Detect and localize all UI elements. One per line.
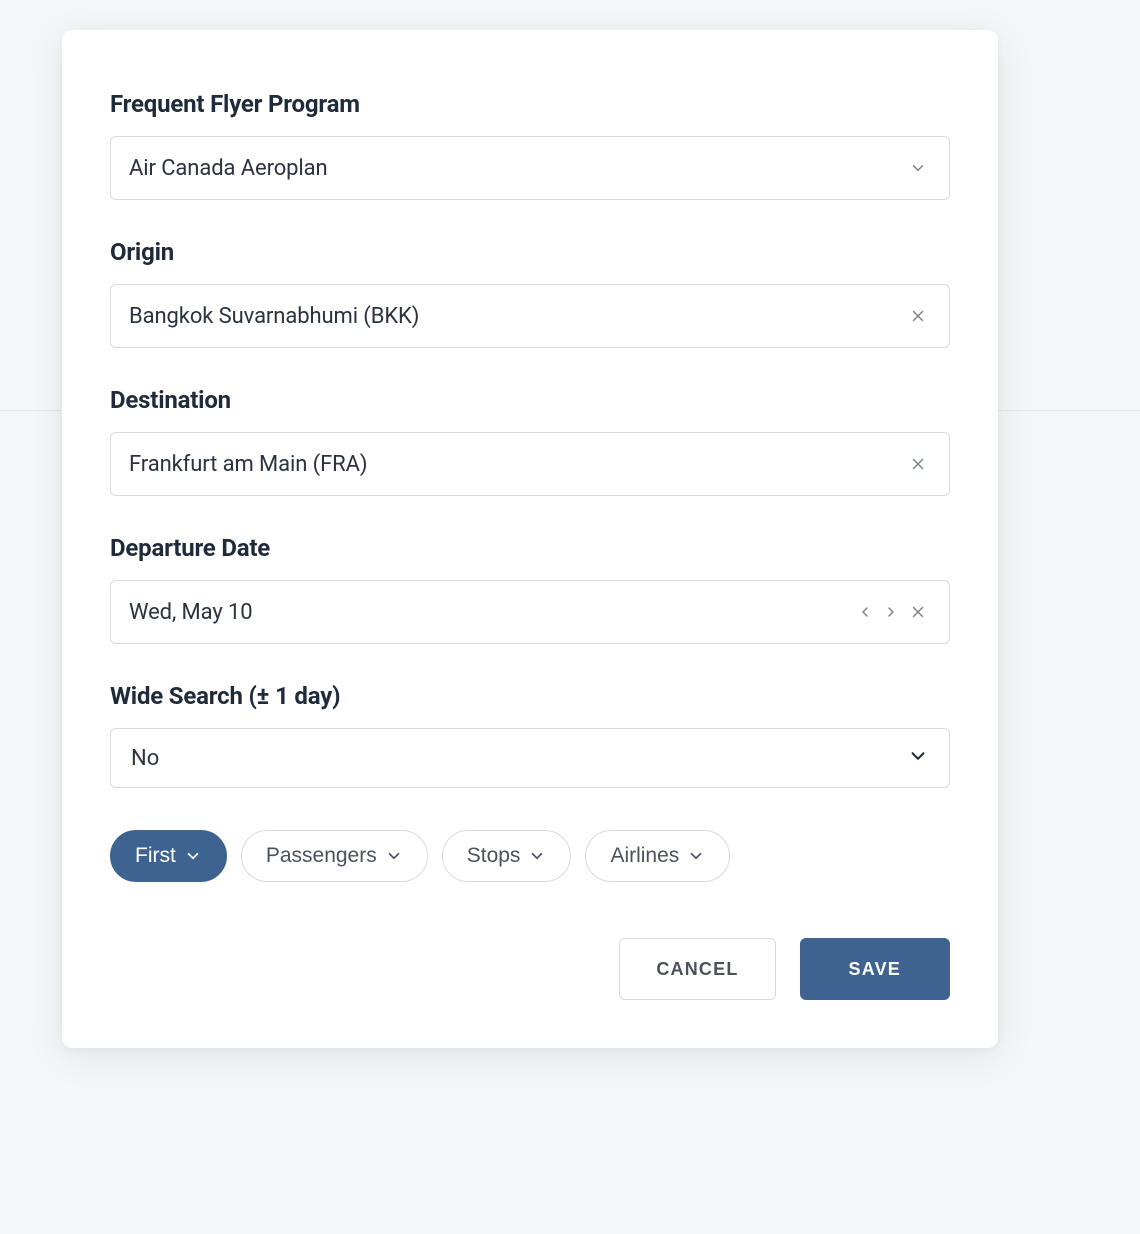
program-field: Frequent Flyer Program Air Canada Aeropl… bbox=[110, 90, 950, 200]
destination-value: Frankfurt am Main (FRA) bbox=[129, 452, 905, 477]
origin-clear-button[interactable] bbox=[905, 303, 931, 329]
cabin-chip[interactable]: First bbox=[110, 830, 227, 882]
cabin-chip-label: First bbox=[135, 844, 176, 868]
wide-search-field: Wide Search (± 1 day) No bbox=[110, 682, 950, 788]
chevron-right-icon bbox=[883, 604, 899, 620]
cancel-button[interactable]: CANCEL bbox=[619, 938, 775, 1000]
save-button[interactable]: SAVE bbox=[800, 938, 950, 1000]
close-icon bbox=[909, 455, 927, 473]
departure-value: Wed, May 10 bbox=[129, 600, 853, 625]
close-icon bbox=[909, 307, 927, 325]
next-date-button[interactable] bbox=[879, 600, 903, 624]
destination-field: Destination Frankfurt am Main (FRA) bbox=[110, 386, 950, 496]
origin-input[interactable]: Bangkok Suvarnabhumi (BKK) bbox=[110, 284, 950, 348]
departure-clear-button[interactable] bbox=[905, 599, 931, 625]
filter-chip-row: First Passengers Stops Airlines bbox=[110, 830, 950, 882]
departure-field: Departure Date Wed, May 10 bbox=[110, 534, 950, 644]
chevron-down-icon bbox=[184, 847, 202, 865]
departure-controls bbox=[853, 599, 931, 625]
chevron-down-icon bbox=[905, 155, 931, 181]
airlines-chip-label: Airlines bbox=[610, 844, 679, 868]
origin-value: Bangkok Suvarnabhumi (BKK) bbox=[129, 304, 905, 329]
stops-chip-label: Stops bbox=[467, 844, 521, 868]
prev-date-button[interactable] bbox=[853, 600, 877, 624]
origin-label: Origin bbox=[110, 238, 950, 266]
airlines-chip[interactable]: Airlines bbox=[585, 830, 730, 882]
stops-chip[interactable]: Stops bbox=[442, 830, 572, 882]
chevron-down-icon bbox=[385, 847, 403, 865]
chevron-down-icon bbox=[907, 745, 929, 771]
wide-search-value: No bbox=[131, 746, 907, 771]
chevron-left-icon bbox=[857, 604, 873, 620]
departure-input[interactable]: Wed, May 10 bbox=[110, 580, 950, 644]
passengers-chip-label: Passengers bbox=[266, 844, 377, 868]
wide-search-select[interactable]: No bbox=[110, 728, 950, 788]
destination-input[interactable]: Frankfurt am Main (FRA) bbox=[110, 432, 950, 496]
chevron-down-icon bbox=[687, 847, 705, 865]
destination-clear-button[interactable] bbox=[905, 451, 931, 477]
program-label: Frequent Flyer Program bbox=[110, 90, 950, 118]
chevron-down-icon bbox=[528, 847, 546, 865]
program-value: Air Canada Aeroplan bbox=[129, 156, 905, 181]
dialog-footer: CANCEL SAVE bbox=[110, 938, 950, 1000]
close-icon bbox=[909, 603, 927, 621]
program-select[interactable]: Air Canada Aeroplan bbox=[110, 136, 950, 200]
passengers-chip[interactable]: Passengers bbox=[241, 830, 428, 882]
departure-label: Departure Date bbox=[110, 534, 950, 562]
origin-field: Origin Bangkok Suvarnabhumi (BKK) bbox=[110, 238, 950, 348]
search-form-dialog: Frequent Flyer Program Air Canada Aeropl… bbox=[62, 30, 998, 1048]
destination-label: Destination bbox=[110, 386, 950, 414]
wide-search-label: Wide Search (± 1 day) bbox=[110, 682, 950, 710]
